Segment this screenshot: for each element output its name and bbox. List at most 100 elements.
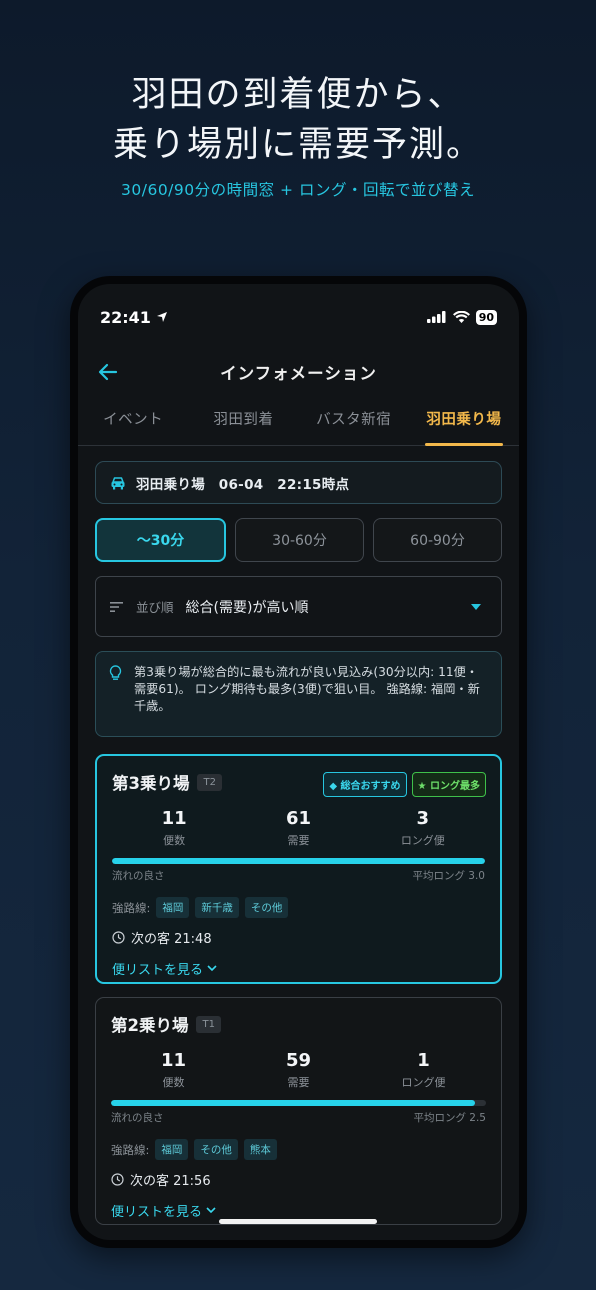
- sort-icon: [110, 601, 123, 612]
- show-flights-link[interactable]: 便リストを見る: [112, 959, 485, 978]
- most-long-badge-label: ロング最多: [430, 781, 480, 792]
- route-chip: 福岡: [155, 1139, 189, 1160]
- segment-60-90[interactable]: 60-90分: [373, 518, 502, 562]
- next-passenger: 次の客 21:48: [112, 928, 485, 947]
- segment-30-60[interactable]: 30-60分: [235, 518, 364, 562]
- stat-long-value: 3: [416, 808, 430, 829]
- wifi-icon: [452, 311, 470, 323]
- phone-frame: 22:41 90 インフォメーション イベント 羽田到着 バスタ新宿 羽田乗り場…: [70, 276, 527, 1248]
- chevron-down-icon: [206, 1207, 216, 1214]
- route-chip: 新千歳: [195, 897, 239, 918]
- header-label: 羽田乗り場 06-04 22:15時点: [136, 476, 350, 493]
- status-time-text: 22:41: [100, 307, 151, 327]
- flow-bar-fill: [112, 858, 485, 864]
- recommended-badge-label: 総合おすすめ: [340, 781, 401, 792]
- routes-label: 強路線:: [111, 1142, 150, 1157]
- route-chip: その他: [244, 897, 289, 918]
- stand-card[interactable]: 第3乗り場 T2 ◆ 総合おすすめ ★ ロング最多 11 便数 61 需要 3 …: [95, 754, 502, 984]
- stat-demand: 61 需要: [236, 808, 360, 848]
- clock-icon: [112, 931, 125, 944]
- stat-flights: 11 便数: [112, 808, 236, 848]
- avg-long: 平均ロング 2.5: [413, 1112, 486, 1124]
- stat-long-label: ロング便: [400, 834, 445, 847]
- status-indicators: 90: [426, 309, 497, 325]
- flow-bar: [111, 1100, 486, 1106]
- sort-dropdown[interactable]: 並び順 総合(需要)が高い順: [95, 576, 502, 637]
- stat-long-value: 1: [417, 1050, 430, 1071]
- tab-haneda-taxi-stands[interactable]: 羽田乗り場: [409, 402, 519, 446]
- stat-long: 1 ロング便: [361, 1050, 486, 1090]
- stat-flights: 11 便数: [111, 1050, 236, 1090]
- info-header: 羽田乗り場 06-04 22:15時点: [95, 461, 502, 504]
- stat-demand: 59 需要: [236, 1050, 361, 1090]
- recommended-badge: ◆ 総合おすすめ: [323, 772, 407, 797]
- stat-flights-label: 便数: [162, 1076, 185, 1089]
- card-title-row: 第2乗り場 T1: [111, 1012, 486, 1036]
- tab-bar: イベント 羽田到着 バスタ新宿 羽田乗り場: [78, 402, 519, 446]
- hero-title-line1: 羽田の到着便から、: [131, 75, 465, 115]
- strong-routes: 強路線: 福岡 その他 熊本: [111, 1139, 486, 1160]
- card-badges: ◆ 総合おすすめ ★ ロング最多: [323, 772, 486, 797]
- taxi-icon: [111, 476, 125, 489]
- next-passenger-text: 次の客 21:56: [130, 1174, 211, 1189]
- phone-screen: 22:41 90 インフォメーション イベント 羽田到着 バスタ新宿 羽田乗り場…: [78, 284, 519, 1240]
- nav-bar: インフォメーション: [78, 350, 519, 394]
- segment-0-30[interactable]: 〜30分: [95, 518, 226, 562]
- cellular-signal-icon: [426, 311, 446, 323]
- show-flights-link[interactable]: 便リストを見る: [111, 1201, 486, 1220]
- tab-events[interactable]: イベント: [78, 402, 188, 445]
- stats-row: 11 便数 61 需要 3 ロング便: [112, 808, 485, 848]
- stat-long: 3 ロング便: [361, 808, 485, 848]
- flow-label: 流れの良さ: [112, 870, 165, 882]
- tab-busta-shinjuku[interactable]: バスタ新宿: [299, 402, 409, 445]
- stat-flights-value: 11: [161, 808, 187, 829]
- flow-label: 流れの良さ: [111, 1112, 164, 1124]
- stat-long-label: ロング便: [401, 1076, 446, 1089]
- sort-label: 並び順: [136, 600, 174, 615]
- stats-row: 11 便数 59 需要 1 ロング便: [111, 1050, 486, 1090]
- routes-label: 強路線:: [112, 900, 151, 915]
- stat-flights-label: 便数: [163, 834, 186, 847]
- stat-flights-value: 11: [160, 1050, 187, 1071]
- time-window-selector: 〜30分 30-60分 60-90分: [95, 518, 502, 562]
- next-passenger: 次の客 21:56: [111, 1170, 486, 1189]
- hero-subtitle: 30/60/90分の時間窓 + ロング・回転で並び替え: [121, 181, 475, 199]
- stat-demand-value: 59: [285, 1050, 312, 1071]
- most-long-badge: ★ ロング最多: [411, 772, 486, 797]
- terminal-badge: T2: [197, 773, 222, 791]
- stat-demand-label: 需要: [287, 834, 310, 847]
- flow-meta: 流れの良さ 平均ロング 2.5: [111, 1110, 486, 1125]
- strong-routes: 強路線: 福岡 新千歳 その他: [112, 897, 485, 918]
- show-flights-label: 便リストを見る: [112, 963, 204, 978]
- flow-bar-fill: [111, 1100, 475, 1106]
- page-title: インフォメーション: [220, 364, 377, 383]
- stand-card[interactable]: 第2乗り場 T1 11 便数 59 需要 1 ロング便 流れの良さ 平均ロング …: [95, 997, 502, 1225]
- avg-long: 平均ロング 3.0: [412, 870, 485, 882]
- terminal-badge: T1: [196, 1015, 221, 1033]
- flow-meta: 流れの良さ 平均ロング 3.0: [112, 868, 485, 883]
- insight-tip: 第3乗り場が総合的に最も流れが良い見込み(30分以内: 11便・需要61)。 ロ…: [95, 651, 502, 737]
- hero-title-line2: 乗り場別に需要予測。: [112, 125, 483, 165]
- sort-value: 総合(需要)が高い順: [185, 599, 309, 616]
- main-content: 羽田乗り場 06-04 22:15時点 〜30分 30-60分 60-90分 並…: [95, 461, 502, 1225]
- status-bar: 22:41 90: [100, 306, 497, 328]
- status-time: 22:41: [100, 308, 168, 327]
- clock-icon: [111, 1173, 124, 1186]
- tab-haneda-arrivals[interactable]: 羽田到着: [188, 402, 298, 445]
- chevron-down-icon: [207, 965, 217, 972]
- stand-name: 第3乗り場: [112, 774, 190, 793]
- insight-text: 第3乗り場が総合的に最も流れが良い見込み(30分以内: 11便・需要61)。 ロ…: [134, 665, 480, 713]
- show-flights-label: 便リストを見る: [111, 1205, 203, 1220]
- stat-demand-value: 61: [285, 808, 312, 829]
- lightbulb-icon: [109, 665, 122, 680]
- route-chip: 熊本: [243, 1139, 277, 1160]
- stat-demand-label: 需要: [287, 1076, 310, 1089]
- chevron-down-icon: [471, 604, 481, 610]
- hero: 羽田の到着便から、 乗り場別に需要予測。 30/60/90分の時間窓 + ロング…: [0, 70, 596, 200]
- home-indicator: [219, 1219, 377, 1224]
- battery-indicator: 90: [475, 309, 497, 325]
- flow-bar: [112, 858, 485, 864]
- location-arrow-icon: [156, 312, 167, 322]
- stand-name: 第2乗り場: [111, 1016, 189, 1035]
- route-chip: その他: [194, 1139, 238, 1160]
